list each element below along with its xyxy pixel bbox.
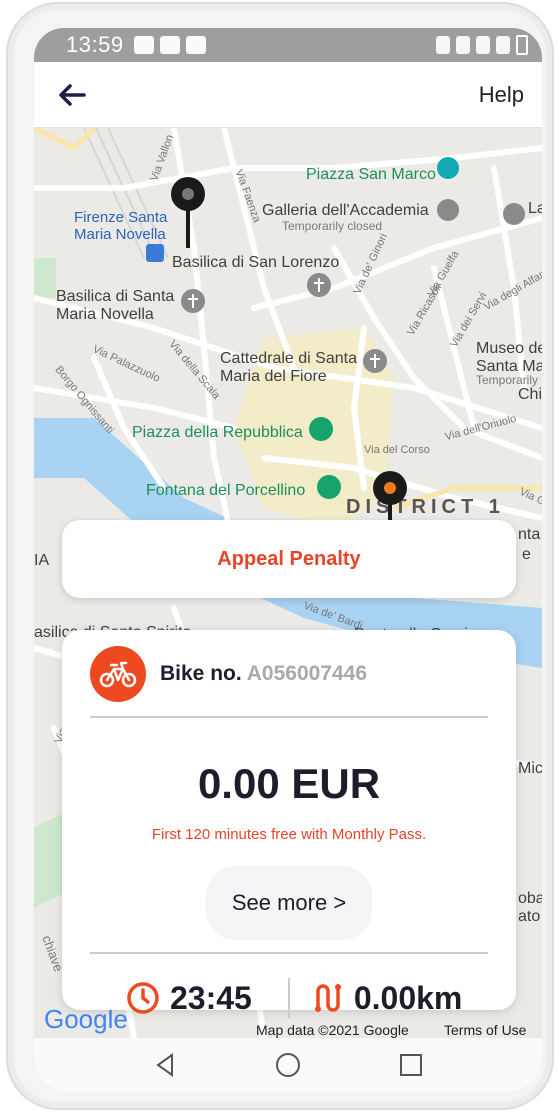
church-icon (181, 289, 205, 313)
app-notification-icon (185, 36, 206, 54)
location-icon (456, 36, 470, 54)
landmark-icon (437, 157, 459, 179)
see-more-label: See more > (231, 890, 347, 915)
alarm-icon (436, 36, 450, 54)
appeal-penalty-button[interactable]: Appeal Penalty (62, 520, 516, 598)
monument-icon (309, 417, 333, 441)
ride-duration: 23:45 (170, 979, 252, 1016)
signal-icon (496, 36, 510, 54)
gallery-notification-icon (133, 36, 154, 54)
place-basilica-smn: Basilica di Santa Maria Novella (56, 288, 175, 323)
divider-bottom (90, 952, 488, 954)
back-arrow-icon[interactable] (56, 79, 88, 111)
system-nav-bar (34, 1038, 542, 1092)
screen: 13:59 Help Piazza San Marco Galleria del… (34, 28, 542, 1092)
place-basilica-san-lorenzo: Basilica di San Lorenzo (172, 254, 340, 271)
place-district: DISTRICT 1 (346, 496, 505, 518)
place-piazza-repubblica: Piazza della Repubblica (132, 424, 303, 441)
ride-distance: 0.00km (353, 979, 463, 1016)
clock-icon (127, 982, 159, 1014)
terms-link[interactable]: Terms of Use (444, 1022, 526, 1038)
place-galleria-status: Temporarily closed (282, 219, 383, 233)
distance-stat: 0.00km (310, 979, 463, 1017)
bike-icon (99, 661, 137, 688)
place-cattedrale: Cattedrale di Santa Maria del Fiore (220, 350, 357, 385)
bike-badge (90, 646, 146, 702)
church-icon (307, 273, 331, 297)
ride-price: 0.00 EUR (197, 760, 381, 807)
bike-info-row: Bike no. A056007446 (90, 646, 367, 702)
help-link[interactable]: Help (479, 82, 524, 108)
place-museo: Museo dell'O Santa Maria d (476, 340, 542, 375)
place-la: La (528, 200, 542, 217)
place-fontana: Fontana del Porcellino (146, 482, 306, 499)
status-bar: 13:59 (34, 28, 542, 62)
app-bar: Help (34, 62, 542, 128)
bike-id: A056007446 (246, 662, 368, 685)
ride-summary-card: Bike no. A056007446 0.00 EUR First 120 m… (62, 630, 516, 1018)
train-station-icon (146, 244, 164, 262)
place-firenze-smn: Firenze Santa Maria Novella (74, 209, 168, 243)
appeal-penalty-label: Appeal Penalty (217, 547, 361, 570)
promo-text: First 120 minutes free with Monthly Pass… (151, 826, 427, 843)
fountain-icon (317, 475, 341, 499)
place-ato: ato (518, 908, 541, 925)
museum-icon (503, 203, 525, 225)
status-time: 13:59 (66, 32, 124, 57)
church-icon (363, 349, 387, 373)
museum-icon (437, 199, 459, 221)
nav-back-icon[interactable] (150, 1050, 180, 1080)
divider-top (90, 716, 488, 718)
street-corso: Via del Corso (364, 444, 430, 456)
message-notification-icon (159, 36, 180, 54)
route-icon (314, 984, 341, 1012)
map-attribution: Map data ©2021 Google (256, 1022, 409, 1038)
bike-location-pin[interactable] (170, 176, 206, 250)
place-chi: Chi (518, 386, 542, 403)
place-mic: Mic (518, 760, 542, 777)
see-more-button[interactable]: See more > (206, 866, 372, 940)
duration-stat: 23:45 (126, 980, 252, 1017)
nav-home-icon[interactable] (273, 1050, 303, 1080)
nav-recents-icon[interactable] (396, 1050, 426, 1080)
ride-stats: 23:45 0.00km (126, 978, 462, 1018)
phone-frame: 13:59 Help Piazza San Marco Galleria del… (6, 2, 554, 1110)
place-galleria: Galleria dell'Accademia (262, 202, 429, 219)
place-obaz: obaz (518, 890, 542, 907)
place-e: e (522, 546, 531, 563)
bike-label: Bike no. (160, 662, 242, 685)
battery-icon (516, 35, 528, 55)
wifi-icon (476, 36, 490, 54)
stats-separator (287, 978, 290, 1018)
place-nta: nta (518, 526, 541, 543)
place-piazza-san-marco: Piazza San Marco (306, 166, 436, 183)
place-ia: IA (34, 552, 50, 569)
